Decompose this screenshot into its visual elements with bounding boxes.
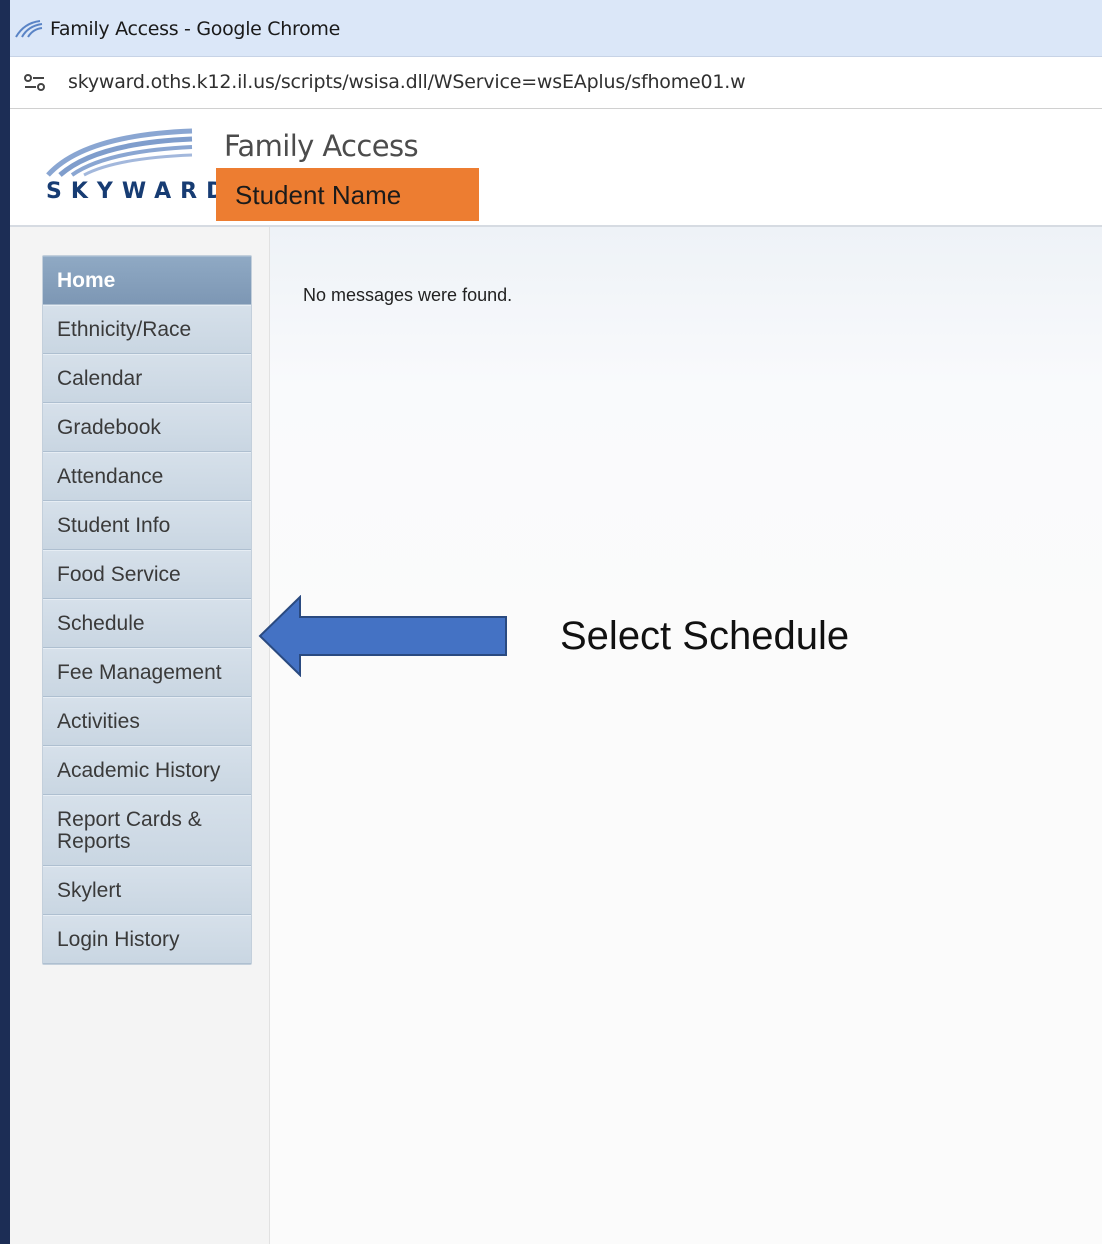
skyward-favicon-icon (14, 19, 44, 44)
sidebar-item-label: Login History (57, 928, 180, 951)
url-field[interactable]: skyward.oths.k12.il.us/scripts/wsisa.dll… (68, 71, 746, 93)
app-header: SKYWARD Family Access Student Name (10, 109, 1102, 227)
sidebar-item-label: Ethnicity/Race (57, 318, 192, 341)
address-bar[interactable]: skyward.oths.k12.il.us/scripts/wsisa.dll… (10, 57, 1102, 109)
sidebar-item-attendance[interactable]: Attendance (43, 452, 251, 501)
sidebar-item-label: Home (57, 269, 116, 292)
sidebar-item-ethnicity-race[interactable]: Ethnicity/Race (43, 305, 251, 354)
browser-titlebar: Family Access - Google Chrome (10, 0, 1102, 57)
sidebar-item-label: Academic History (57, 759, 221, 782)
sidebar-item-label: Gradebook (57, 416, 161, 439)
sidebar-item-label: Attendance (57, 465, 164, 488)
sidebar-item-home[interactable]: Home (43, 256, 251, 305)
sidebar-item-activities[interactable]: Activities (43, 697, 251, 746)
sidebar-item-label: Fee Management (57, 661, 222, 684)
sidebar: Home Ethnicity/Race Calendar Gradebook A… (10, 227, 270, 1244)
sidebar-item-student-info[interactable]: Student Info (43, 501, 251, 550)
sidebar-item-login-history[interactable]: Login History (43, 915, 251, 964)
sidebar-item-label: Activities (57, 710, 140, 733)
sidebar-item-label: Skylert (57, 879, 122, 902)
sidebar-item-fee-management[interactable]: Fee Management (43, 648, 251, 697)
window-title: Family Access - Google Chrome (50, 18, 341, 40)
sidebar-item-report-cards[interactable]: Report Cards & Reports (43, 795, 251, 866)
student-name: Student Name (235, 180, 402, 210)
main-content: No messages were found. (270, 227, 1102, 1244)
callout-text: Select Schedule (560, 614, 850, 658)
sidebar-item-label: Food Service (57, 563, 181, 586)
sidebar-item-food-service[interactable]: Food Service (43, 550, 251, 599)
sidebar-item-gradebook[interactable]: Gradebook (43, 403, 251, 452)
sidebar-item-label: Schedule (57, 612, 145, 635)
skyward-logo-text: SKYWARD (46, 179, 234, 204)
left-arrow-icon (258, 594, 508, 682)
browser-window: Family Access - Google Chrome skyward.ot… (10, 0, 1102, 1244)
sidebar-item-skylert[interactable]: Skylert (43, 866, 251, 915)
student-name-box: Student Name (216, 168, 479, 221)
sidebar-item-label: Calendar (57, 367, 143, 390)
sidebar-item-calendar[interactable]: Calendar (43, 354, 251, 403)
app-title: Family Access (224, 129, 419, 163)
sidebar-item-schedule[interactable]: Schedule (43, 599, 251, 648)
skyward-logo-icon[interactable] (44, 127, 194, 182)
messages-empty-text: No messages were found. (303, 285, 513, 305)
sidebar-item-academic-history[interactable]: Academic History (43, 746, 251, 795)
sidebar-item-label: Student Info (57, 514, 171, 537)
tune-icon[interactable] (22, 71, 48, 95)
sidebar-nav: Home Ethnicity/Race Calendar Gradebook A… (42, 255, 252, 965)
sidebar-item-label: Report Cards & Reports (57, 808, 202, 853)
